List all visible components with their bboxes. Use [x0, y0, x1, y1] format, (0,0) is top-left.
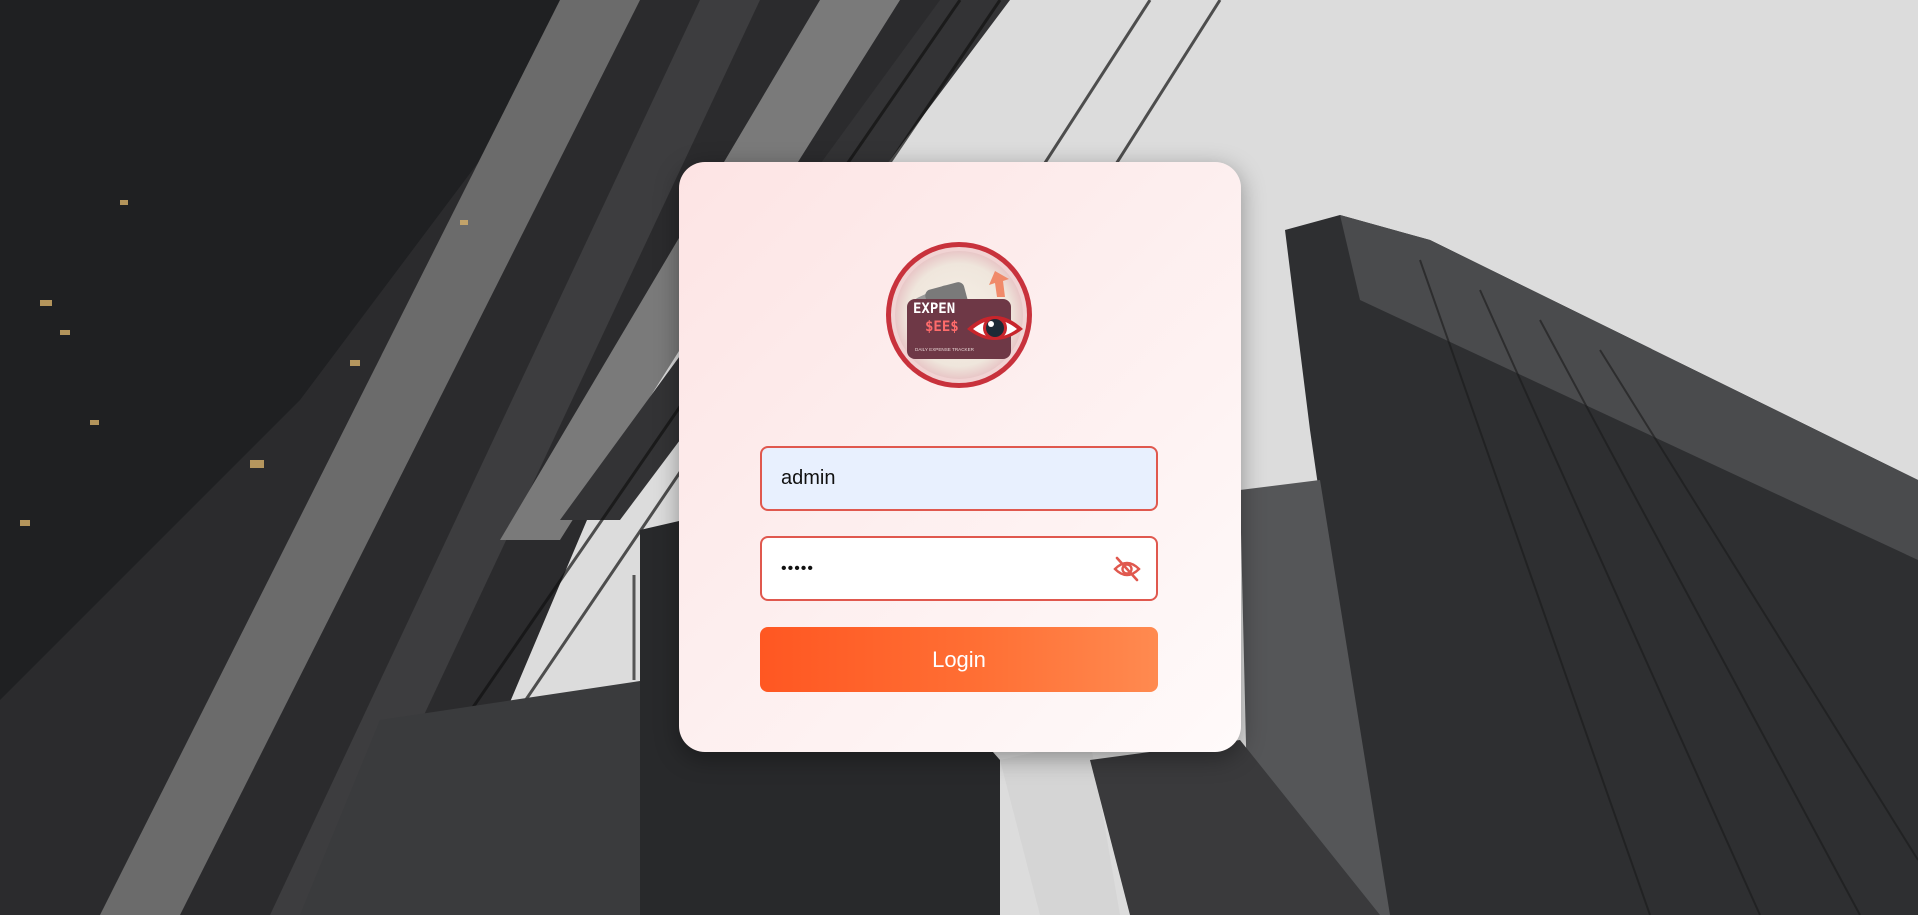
- username-input[interactable]: [762, 448, 1156, 509]
- logo-tagline: DAILY EXPENSE TRACKER: [915, 347, 975, 352]
- username-field[interactable]: [760, 446, 1158, 511]
- eye-slash-icon[interactable]: [1112, 556, 1142, 582]
- login-page: EXPEN $EE$ DAILY EXPENSE TRACKER Lo: [0, 0, 1918, 915]
- logo-text-line2: $EE$: [925, 319, 959, 335]
- expensees-logo: EXPEN $EE$ DAILY EXPENSE TRACKER: [886, 242, 1032, 388]
- login-card: EXPEN $EE$ DAILY EXPENSE TRACKER Lo: [679, 162, 1241, 752]
- login-button[interactable]: Login: [760, 627, 1158, 692]
- password-input[interactable]: [762, 538, 1156, 599]
- logo-text-line1: EXPEN: [913, 301, 955, 317]
- password-field[interactable]: [760, 536, 1158, 601]
